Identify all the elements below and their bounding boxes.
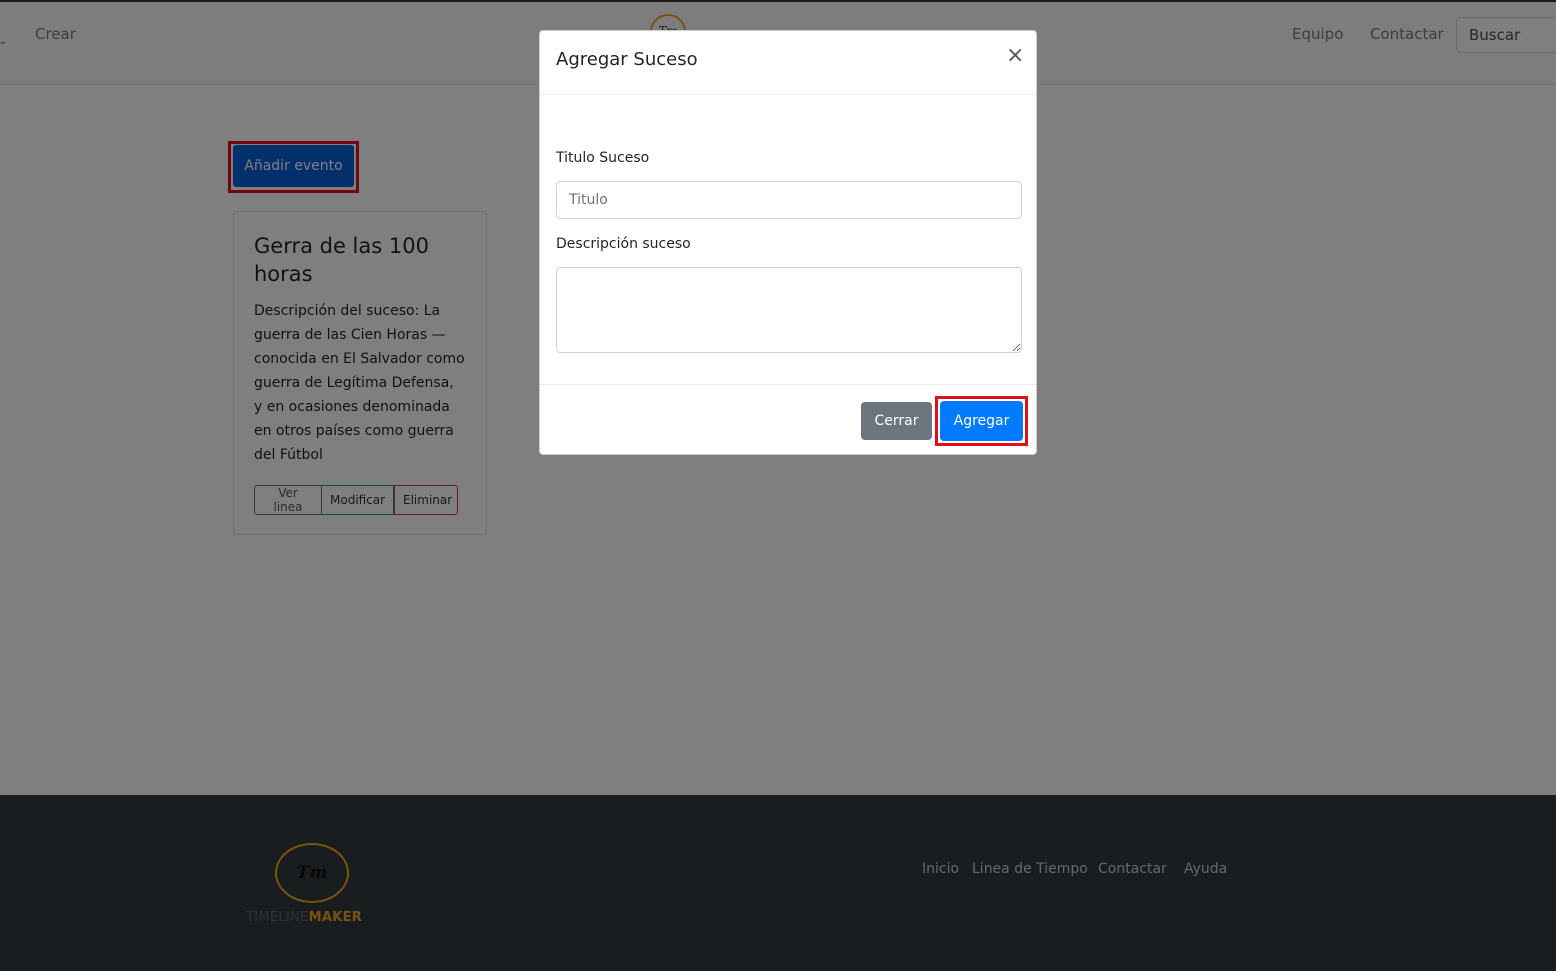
submit-button[interactable]: Agregar — [940, 401, 1023, 441]
modal-footer: Cerrar Agregar — [540, 384, 1036, 455]
add-event-modal: Agregar Suceso × Titulo Suceso Descripci… — [539, 30, 1037, 455]
title-input[interactable] — [556, 181, 1022, 219]
description-textarea[interactable] — [556, 267, 1022, 353]
title-field-label: Titulo Suceso — [556, 150, 650, 166]
description-field-label: Descripción suceso — [556, 236, 691, 252]
close-icon[interactable]: × — [1006, 45, 1024, 67]
modal-title: Agregar Suceso — [556, 49, 698, 70]
modal-header: Agregar Suceso × — [540, 31, 1036, 95]
cancel-button[interactable]: Cerrar — [861, 402, 932, 440]
